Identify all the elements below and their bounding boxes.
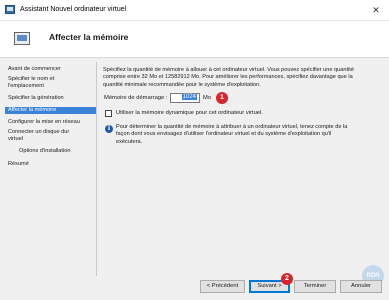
info-line: façon dont vous envisagez d'utiliser l'o… [116,131,332,138]
title-bar: Assistant Nouvel ordinateur virtuel ✕ [0,0,389,21]
sidebar-item-virtual-disk-cont[interactable]: virtuel [5,136,96,143]
dynamic-memory-checkbox[interactable] [105,110,112,117]
sidebar-item-assign-memory[interactable]: Affecter la mémoire [5,107,96,114]
info-icon: i [105,125,113,133]
app-icon [5,5,15,14]
sidebar-item-before-you-begin[interactable]: Avant de commencer [5,66,96,73]
description-line: comprise entre 32 Mo et 12582912 Mo. Pou… [103,74,353,81]
finish-button[interactable]: Terminer [294,280,336,293]
sidebar-item-virtual-disk[interactable]: Connecter un disque dur [5,129,96,136]
previous-button[interactable]: < Précédent [200,280,245,293]
info-text: Pour déterminer la quantité de mémoire à… [116,124,347,146]
sidebar-item-installation-options[interactable]: Options d'installation [5,148,96,155]
annotation-badge-2: 2 [281,273,293,285]
annotation-badge-1: 1 [216,92,228,104]
window-title: Assistant Nouvel ordinateur virtuel [20,6,127,13]
dynamic-memory-label[interactable]: Utiliser la mémoire dynamique pour cet o… [116,110,263,116]
sidebar-item-generation[interactable]: Spécifier la génération [5,95,96,102]
page-title: Affecter la mémoire [49,32,129,42]
startup-memory-unit: Mo [203,95,212,101]
startup-memory-value: 1024 [181,94,197,100]
wizard-header: Affecter la mémoire [0,21,389,58]
info-line: Pour déterminer la quantité de mémoire à… [116,124,348,130]
memory-chip-icon [14,32,30,45]
startup-memory-input[interactable]: 1024 [170,93,200,103]
startup-memory-label: Mémoire de démarrage : [104,95,168,101]
description-line: Spécifiez la quantité de mémoire à allou… [103,67,354,73]
sidebar-item-networking[interactable]: Configurer la mise en réseau [5,119,96,126]
sidebar-item-name-location-cont[interactable]: l'emplacement [5,83,96,90]
sidebar-item-name-location[interactable]: Spécifier le nom et [5,76,96,83]
sidebar-item-summary[interactable]: Résumé [5,161,96,168]
description-text: Spécifiez la quantité de mémoire à allou… [103,67,354,89]
description-line: quantité minimale recommandée pour le sy… [103,81,261,88]
cancel-button[interactable]: Annuler [340,280,382,293]
info-line: exécutera. [116,138,143,145]
close-icon[interactable]: ✕ [369,4,383,16]
sidebar-divider [96,62,97,276]
